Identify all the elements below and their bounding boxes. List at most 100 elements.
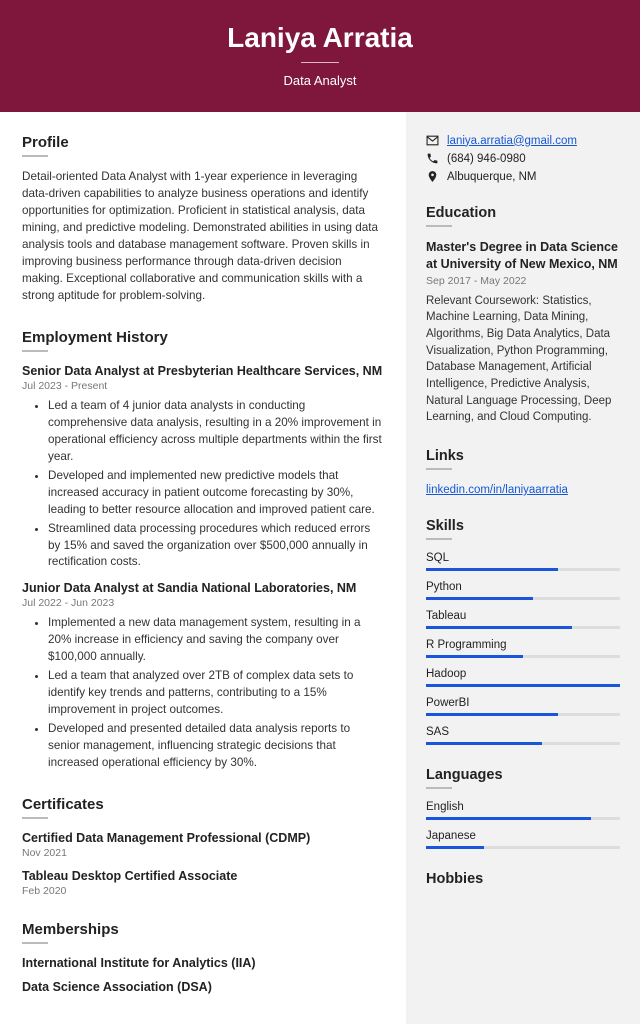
skill-name: English <box>426 801 620 813</box>
skills-list: SQL Python Tableau R Programming Hadoop Power… <box>426 552 620 745</box>
certificates-section: Certificates Certified Data Management P… <box>22 796 384 897</box>
skill-item: SAS <box>426 726 620 745</box>
skill-item: PowerBI <box>426 697 620 716</box>
section-rule <box>22 350 48 352</box>
header-divider <box>301 62 339 63</box>
education-section: Education Master's Degree in Data Scienc… <box>426 205 620 426</box>
profile-section: Profile Detail-oriented Data Analyst wit… <box>22 134 384 305</box>
skill-item: Japanese <box>426 830 620 849</box>
skill-name: SAS <box>426 726 620 738</box>
skill-item: R Programming <box>426 639 620 658</box>
skills-title: Skills <box>426 518 620 534</box>
skill-bar <box>426 846 620 849</box>
job-bullet: Developed and implemented new predictive… <box>48 468 384 519</box>
section-rule <box>22 155 48 157</box>
skill-bar <box>426 597 620 600</box>
skill-item: Tableau <box>426 610 620 629</box>
job-bullet: Implemented a new data management system… <box>48 615 384 666</box>
job-bullet: Developed and presented detailed data an… <box>48 721 384 772</box>
location-text: Albuquerque, NM <box>447 171 537 183</box>
skill-item: Hadoop <box>426 668 620 687</box>
location-icon <box>426 170 439 183</box>
job-bullets: Implemented a new data management system… <box>22 615 384 772</box>
job-bullets: Led a team of 4 junior data analysts in … <box>22 398 384 572</box>
job-bullet: Led a team that analyzed over 2TB of com… <box>48 668 384 719</box>
hobbies-title: Hobbies <box>426 871 620 887</box>
skill-bar <box>426 817 620 820</box>
full-name: Laniya Arratia <box>0 22 640 54</box>
body: Profile Detail-oriented Data Analyst wit… <box>0 112 640 1024</box>
phone-text: (684) 946-0980 <box>447 153 526 165</box>
skill-fill <box>426 655 523 658</box>
job-date: Jul 2022 - Jun 2023 <box>22 597 384 609</box>
job-title: Junior Data Analyst at Sandia National L… <box>22 581 384 595</box>
contact-location-row: Albuquerque, NM <box>426 170 620 183</box>
hobbies-section: Hobbies <box>426 871 620 887</box>
cert-name: Certified Data Management Professional (… <box>22 831 384 845</box>
skill-fill <box>426 684 620 687</box>
jobs-list: Senior Data Analyst at Presbyterian Heal… <box>22 364 384 772</box>
skill-bar <box>426 713 620 716</box>
skill-name: Tableau <box>426 610 620 622</box>
skill-item: SQL <box>426 552 620 571</box>
skill-bar <box>426 742 620 745</box>
education-degree: Master's Degree in Data Science at Unive… <box>426 239 620 273</box>
job-title: Senior Data Analyst at Presbyterian Heal… <box>22 364 384 378</box>
cert-date: Nov 2021 <box>22 847 384 859</box>
languages-list: English Japanese <box>426 801 620 849</box>
links-section: Links linkedin.com/in/laniyaarratia <box>426 448 620 496</box>
job-role: Data Analyst <box>0 73 640 88</box>
certificates-title: Certificates <box>22 796 384 813</box>
linkedin-link[interactable]: linkedin.com/in/laniyaarratia <box>426 484 568 496</box>
skill-fill <box>426 568 558 571</box>
email-icon <box>426 134 439 147</box>
phone-icon <box>426 152 439 165</box>
skill-name: SQL <box>426 552 620 564</box>
email-link[interactable]: laniya.arratia@gmail.com <box>447 135 577 147</box>
languages-title: Languages <box>426 767 620 783</box>
main-column: Profile Detail-oriented Data Analyst wit… <box>0 112 406 1024</box>
profile-title: Profile <box>22 134 384 151</box>
skill-fill <box>426 846 484 849</box>
section-rule <box>426 468 452 470</box>
profile-text: Detail-oriented Data Analyst with 1-year… <box>22 169 384 305</box>
education-title: Education <box>426 205 620 221</box>
skill-item: Python <box>426 581 620 600</box>
memberships-list: International Institute for Analytics (I… <box>22 956 384 994</box>
job-date: Jul 2023 - Present <box>22 380 384 392</box>
skill-fill <box>426 626 572 629</box>
education-text: Relevant Coursework: Statistics, Machine… <box>426 293 620 426</box>
languages-section: Languages English Japanese <box>426 767 620 849</box>
sidebar: laniya.arratia@gmail.com (684) 946-0980 … <box>406 112 640 1024</box>
cert-name: Tableau Desktop Certified Associate <box>22 869 384 883</box>
section-rule <box>426 538 452 540</box>
skill-fill <box>426 597 533 600</box>
section-rule <box>426 225 452 227</box>
employment-section: Employment History Senior Data Analyst a… <box>22 329 384 772</box>
skill-fill <box>426 742 542 745</box>
header: Laniya Arratia Data Analyst <box>0 0 640 112</box>
skill-name: Hadoop <box>426 668 620 680</box>
contact-email-row: laniya.arratia@gmail.com <box>426 134 620 147</box>
links-title: Links <box>426 448 620 464</box>
skill-bar <box>426 626 620 629</box>
skills-section: Skills SQL Python Tableau R Programming Hado… <box>426 518 620 745</box>
memberships-section: Memberships International Institute for … <box>22 921 384 994</box>
skill-name: Python <box>426 581 620 593</box>
skill-name: Japanese <box>426 830 620 842</box>
cert-date: Feb 2020 <box>22 885 384 897</box>
skill-fill <box>426 713 558 716</box>
section-rule <box>426 787 452 789</box>
contact-section: laniya.arratia@gmail.com (684) 946-0980 … <box>426 134 620 183</box>
skill-bar <box>426 568 620 571</box>
employment-title: Employment History <box>22 329 384 346</box>
contact-phone-row: (684) 946-0980 <box>426 152 620 165</box>
job-bullet: Led a team of 4 junior data analysts in … <box>48 398 384 466</box>
skill-item: English <box>426 801 620 820</box>
skill-name: PowerBI <box>426 697 620 709</box>
job-bullet: Streamlined data processing procedures w… <box>48 521 384 572</box>
memberships-title: Memberships <box>22 921 384 938</box>
section-rule <box>22 942 48 944</box>
skill-fill <box>426 817 591 820</box>
skill-bar <box>426 655 620 658</box>
